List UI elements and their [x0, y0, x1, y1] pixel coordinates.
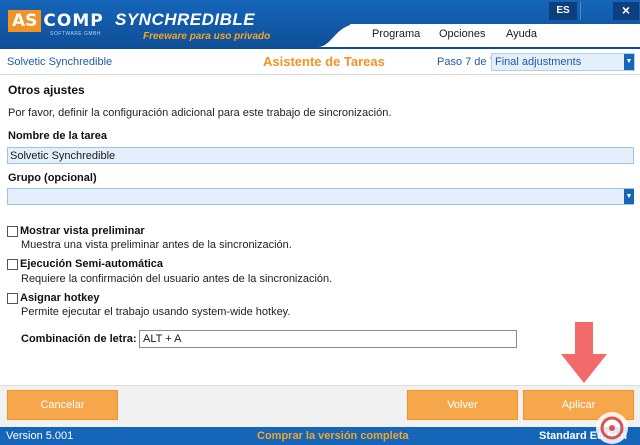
status-bar: Version 5.001 Comprar la versión complet… [0, 427, 640, 445]
semi-auto-option[interactable]: Ejecución Semi-automática [7, 257, 163, 271]
step-select[interactable]: Final adjustments ▼ [491, 53, 635, 71]
wizard-title: Asistente de Tareas [263, 54, 385, 69]
group-label: Grupo (opcional) [8, 172, 97, 184]
hotkey-label: Asignar hotkey [20, 292, 100, 304]
chevron-down-icon[interactable]: ▼ [624, 54, 634, 70]
preview-checkbox[interactable] [7, 225, 18, 237]
app-subtitle: Freeware para uso privado [143, 31, 271, 42]
preview-option[interactable]: Mostrar vista preliminar [7, 224, 145, 238]
brand-area: AS COMP SOFTWARE GMBH SYNCHREDIBLE Freew… [0, 0, 360, 47]
chevron-down-icon[interactable]: ▼ [624, 189, 634, 204]
watermark-logo-icon [596, 412, 628, 444]
semi-auto-label: Ejecución Semi-automática [20, 258, 164, 270]
logo-text: COMP [43, 11, 104, 31]
back-button[interactable]: Volver [407, 390, 518, 420]
task-name-input[interactable] [7, 147, 634, 164]
semi-auto-checkbox[interactable] [7, 258, 18, 270]
group-select[interactable] [7, 188, 634, 205]
close-button[interactable]: × [613, 2, 639, 20]
logo-subtitle: SOFTWARE GMBH [50, 31, 102, 37]
preview-description: Muestra una vista preliminar antes de la… [21, 239, 292, 251]
section-title: Otros ajustes [8, 83, 85, 97]
version-label: Version 5.001 [6, 430, 74, 442]
section-description: Por favor, definir la configuración adic… [8, 107, 392, 119]
menu-item-ayuda[interactable]: Ayuda [506, 28, 537, 40]
language-button[interactable]: ES [549, 2, 577, 20]
key-combination-label: Combinación de letra: [21, 333, 137, 345]
cancel-button[interactable]: Cancelar [7, 390, 118, 420]
info-row: Solvetic Synchredible Asistente de Tarea… [0, 49, 640, 75]
hotkey-checkbox[interactable] [7, 292, 18, 304]
app-title: SYNCHREDIBLE [115, 10, 256, 29]
window-button-separator [580, 2, 581, 20]
menu-item-opciones[interactable]: Opciones [439, 28, 485, 40]
hotkey-option[interactable]: Asignar hotkey [7, 291, 99, 305]
step-select-value: Final adjustments [495, 56, 582, 68]
task-name-label: Nombre de la tarea [8, 130, 108, 142]
preview-label: Mostrar vista preliminar [20, 225, 145, 237]
logo-box: AS [8, 10, 42, 32]
menu-item-programa[interactable]: Programa [372, 28, 420, 40]
ascomp-logo: AS COMP [8, 9, 104, 33]
arrow-down-icon [561, 322, 607, 383]
step-label: Paso 7 de 7: [437, 56, 499, 68]
key-combination-input[interactable] [139, 330, 517, 348]
buy-full-version-link[interactable]: Comprar la versión completa [257, 430, 409, 442]
hotkey-description: Permite ejecutar el trabajo usando syste… [21, 306, 291, 318]
semi-auto-description: Requiere la confirmación del usuario ant… [21, 273, 333, 285]
current-task-name: Solvetic Synchredible [7, 56, 113, 68]
